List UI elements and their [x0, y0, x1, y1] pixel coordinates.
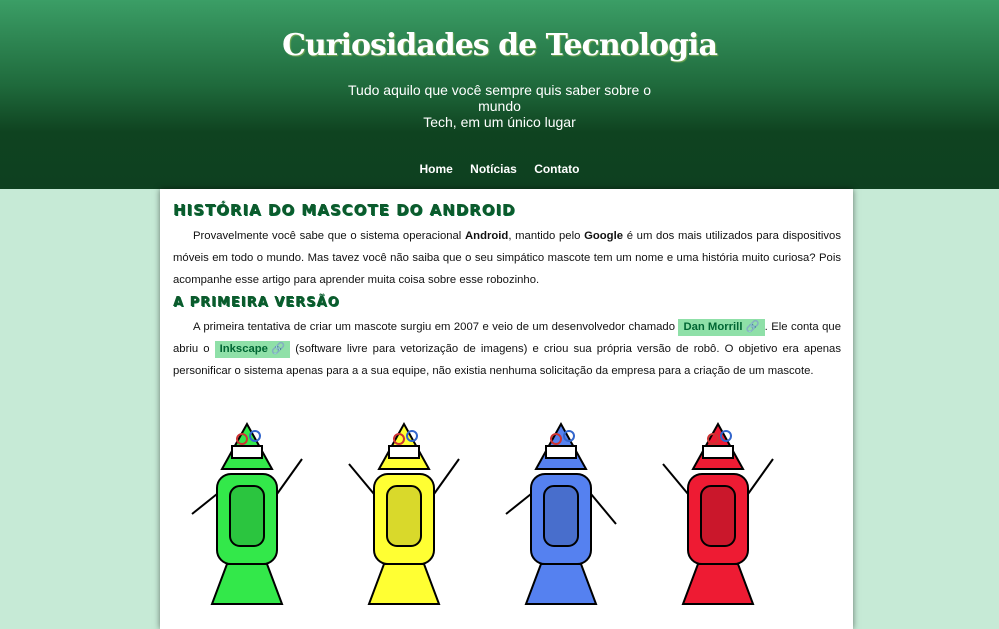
robot-2	[348, 421, 460, 605]
main-nav: Home Notícias Contato	[0, 162, 999, 176]
article-title: História do mascote do Android	[173, 201, 516, 219]
link-label: Inkscape	[219, 343, 268, 355]
nav-contato[interactable]: Contato	[534, 162, 579, 176]
site-header: Curiosidades de Tecnologia Tudo aquilo q…	[0, 0, 999, 189]
text-android: Android	[465, 230, 509, 242]
section-paragraph: A primeira tentativa de criar um mascote…	[173, 316, 841, 382]
site-title: Curiosidades de Tecnologia	[282, 28, 718, 63]
subtitle-line: Tudo aquilo que você sempre quis saber s…	[348, 82, 651, 114]
robot-3	[505, 421, 617, 605]
nav-noticias[interactable]: Notícias	[470, 162, 517, 176]
link-icon: 🔗	[271, 343, 286, 355]
link-icon: 🔗	[745, 321, 760, 333]
text: , mantido pelo	[508, 230, 585, 242]
link-dan-morrill[interactable]: Dan Morrill 🔗	[678, 319, 765, 336]
text: A primeira tentativa de criar um mascote…	[193, 321, 679, 333]
intro-paragraph: Provavelmente você sabe que o sistema op…	[173, 225, 841, 291]
section-title: A primeira versão	[173, 295, 340, 310]
text: Provavelmente você sabe que o sistema op…	[193, 230, 466, 242]
site-subtitle: Tudo aquilo que você sempre quis saber s…	[0, 82, 999, 130]
robot-4	[662, 421, 774, 605]
robot-1	[191, 421, 303, 605]
link-inkscape[interactable]: Inkscape 🔗	[214, 341, 291, 358]
link-label: Dan Morrill	[683, 321, 743, 333]
article: História do mascote do Android Provavelm…	[160, 189, 853, 629]
text-google: Google	[584, 230, 623, 242]
subtitle-line: Tech, em um único lugar	[423, 114, 576, 130]
robots-illustration	[191, 421, 774, 605]
nav-home[interactable]: Home	[419, 162, 452, 176]
